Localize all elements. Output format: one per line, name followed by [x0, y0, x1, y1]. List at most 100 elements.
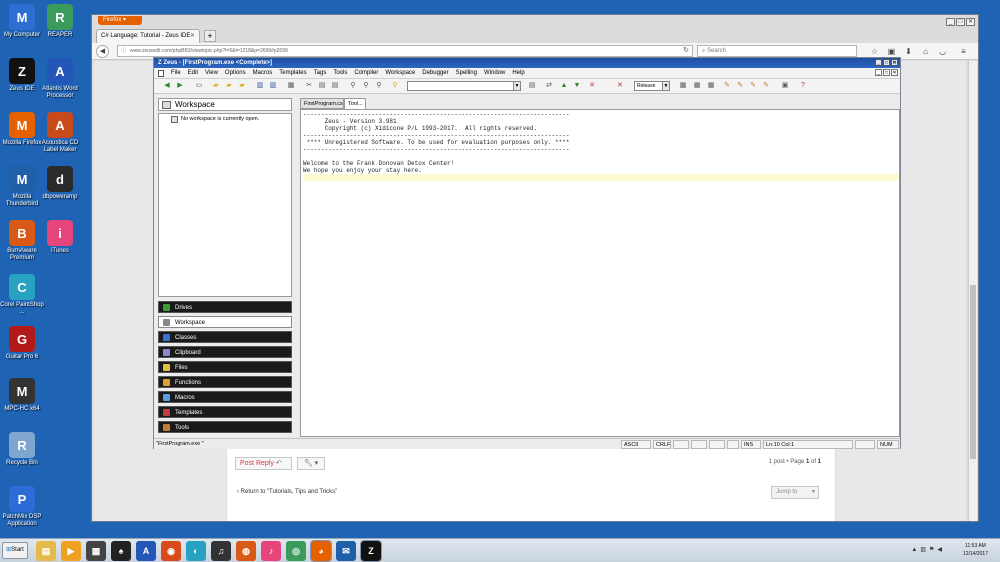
toolbar-button-31[interactable]: ? [798, 81, 808, 91]
topic-tools-dropdown[interactable]: 🔧︎ ▾ [297, 457, 325, 470]
tree-item[interactable]: No workspace is currently open. [171, 116, 259, 123]
toolbar-button-4[interactable]: ▰ [211, 81, 221, 91]
taskbar-acoustica-icon[interactable]: ◉ [161, 541, 181, 561]
desktop-icon-itunes[interactable]: i iTunes [38, 220, 82, 255]
jump-to-select[interactable]: Jump to ▾ [771, 486, 819, 499]
panel-drives[interactable]: Drives [158, 301, 292, 313]
toolbar-button-27[interactable]: ✎ [735, 81, 745, 91]
taskbar-firefox-icon[interactable]: ◕ [310, 540, 332, 562]
taskbar-itunes-icon[interactable]: ♪ [261, 541, 281, 561]
toolbar-button-17[interactable]: ▤ [527, 81, 537, 91]
taskbar-thunderbird-icon[interactable]: ✉ [336, 541, 356, 561]
volume-icon[interactable]: ◀︎ [937, 547, 945, 553]
toolbar-button-11[interactable]: ▤ [317, 81, 327, 91]
minimize-button[interactable]: _ [875, 59, 882, 66]
build-config-select[interactable]: Release ▼ [634, 81, 670, 91]
menu-tags[interactable]: Tags [314, 70, 327, 76]
bookmark-star-icon[interactable]: ☆ [869, 46, 880, 57]
menu-window[interactable]: Window [484, 70, 505, 76]
menu-file[interactable]: File [171, 70, 181, 76]
toolbar-button-22[interactable]: ✕ [615, 81, 625, 91]
panel-files[interactable]: Files [158, 361, 292, 373]
output-editor[interactable]: ----------------------------------------… [300, 109, 900, 437]
return-to-forum-link[interactable]: ‹ Return to “Tutorials, Tips and Tricks” [237, 489, 337, 495]
pocket-icon[interactable]: ◡ [937, 46, 948, 57]
taskbar-dbpoweramp-icon[interactable]: ♫ [211, 541, 231, 561]
menu-macros[interactable]: Macros [253, 70, 273, 76]
toolbar-button-19[interactable]: ▲ [559, 81, 569, 91]
toolbar-button-18[interactable]: ⇄ [544, 81, 554, 91]
toolbar-button-3[interactable]: ▭ [194, 81, 204, 91]
toolbar-button-15[interactable]: ⚲ [374, 81, 384, 91]
menu-spelling[interactable]: Spelling [456, 70, 477, 76]
workspace-tree[interactable]: No workspace is currently open. [158, 113, 292, 297]
network-icon[interactable]: ▥ [920, 547, 929, 553]
tab-firstprogram-cs[interactable]: FirstProgram.cs [300, 98, 344, 109]
menu-templates[interactable]: Templates [279, 70, 306, 76]
minimize-button[interactable]: _ [946, 18, 955, 26]
menu-debugger[interactable]: Debugger [422, 70, 448, 76]
browser-tab[interactable]: C# Language: Tutorial - Zeus IDE ✕ [96, 29, 200, 43]
desktop-icon-guitar-pro-6[interactable]: G Guitar Pro 6 [0, 326, 44, 361]
toolbar-button-10[interactable]: ✂ [304, 81, 314, 91]
download-icon[interactable]: ⬇ [903, 46, 914, 57]
panel-tools[interactable]: Tools [158, 421, 292, 433]
menu-workspace[interactable]: Workspace [385, 70, 415, 76]
hamburger-menu-icon[interactable]: ≡ [958, 46, 969, 57]
toolbar-button-25[interactable]: ▦ [706, 81, 716, 91]
mdi-restore-button[interactable]: □ [883, 69, 890, 76]
toolbar-button-24[interactable]: ▦ [692, 81, 702, 91]
maximize-button[interactable]: □ [956, 18, 965, 26]
desktop-icon-dbpoweramp[interactable]: d dbpoweramp [38, 166, 82, 201]
close-button[interactable]: ✕ [966, 18, 975, 26]
taskbar-paintshop-icon[interactable]: ◐ [186, 541, 206, 561]
desktop-icon-mpc-hc-x64[interactable]: M MPC-HC x64 [0, 378, 44, 413]
panel-templates[interactable]: Templates [158, 406, 292, 418]
search-input[interactable]: ⌕ Search [697, 45, 857, 57]
taskbar-zeus-icon[interactable]: Z [360, 540, 382, 562]
taskbar-mpc-hc-icon[interactable]: ▦ [86, 541, 106, 561]
toolbar-button-2[interactable]: ▶ [175, 81, 185, 91]
maximize-button[interactable]: □ [883, 59, 890, 66]
desktop-icon-recycle-bin[interactable]: R Recycle Bin [0, 432, 44, 467]
desktop-icon-patchmix-dsp-application[interactable]: P PatchMix DSP Application [0, 486, 44, 528]
toolbar-button-6[interactable]: ▰ [237, 81, 247, 91]
toolbar-button-16[interactable]: ⚲ [390, 81, 400, 91]
scrollbar-thumb[interactable] [970, 285, 976, 459]
home-icon[interactable]: ⌂ [920, 46, 931, 57]
menu-view[interactable]: View [205, 70, 218, 76]
menu-edit[interactable]: Edit [188, 70, 198, 76]
menu-tools[interactable]: Tools [333, 70, 347, 76]
toolbar-button-1[interactable]: ◀ [162, 81, 172, 91]
clipboard-icon[interactable]: ▣ [886, 46, 897, 57]
desktop-icon-atlantis-word-processor[interactable]: A Atlantis Word Processor [38, 58, 82, 100]
tab-tool-output[interactable]: Tool... [344, 98, 366, 109]
taskbar-guitar-pro-icon[interactable]: ♠ [111, 541, 131, 561]
taskbar-reaper-icon[interactable]: ◎ [286, 541, 306, 561]
toolbar-button-8[interactable]: ▥ [268, 81, 278, 91]
firefox-menu-button[interactable]: Firefox ▾ [98, 16, 142, 25]
toolbar-button-14[interactable]: ⚲ [361, 81, 371, 91]
panel-classes[interactable]: Classes [158, 331, 292, 343]
toolbar-button-28[interactable]: ✎ [748, 81, 758, 91]
toolbar-button-29[interactable]: ✎ [761, 81, 771, 91]
search-combo[interactable]: ▼ [407, 81, 521, 91]
zeus-title-bar[interactable]: Z Zeus - [FirstProgram.exe <Complete>] _… [154, 58, 900, 68]
toolbar-button-21[interactable]: ✕ [587, 81, 597, 91]
toolbar-button-30[interactable]: ▣ [780, 81, 790, 91]
close-button[interactable]: ✕ [891, 59, 898, 66]
toolbar-button-20[interactable]: ▼ [572, 81, 582, 91]
chevron-up-icon[interactable]: ▲ [911, 547, 920, 553]
reload-icon[interactable]: ↻ [683, 46, 689, 56]
clock[interactable]: 11:53 AM 12/14/2017 [963, 542, 988, 558]
taskbar-media-player-icon[interactable]: ▶ [61, 541, 81, 561]
start-button[interactable]: ⊞Start [2, 542, 28, 559]
panel-clipboard[interactable]: Clipboard [158, 346, 292, 358]
toolbar-button-13[interactable]: ⚲ [348, 81, 358, 91]
mdi-minimize-button[interactable]: _ [875, 69, 882, 76]
menu-compiler[interactable]: Compiler [354, 70, 378, 76]
taskbar-atlantis-icon[interactable]: A [136, 541, 156, 561]
desktop-icon-acoustica-cd-label-maker[interactable]: A Acoustica CD Label Maker [38, 112, 82, 154]
panel-functions[interactable]: Functions [158, 376, 292, 388]
menu-help[interactable]: Help [512, 70, 524, 76]
